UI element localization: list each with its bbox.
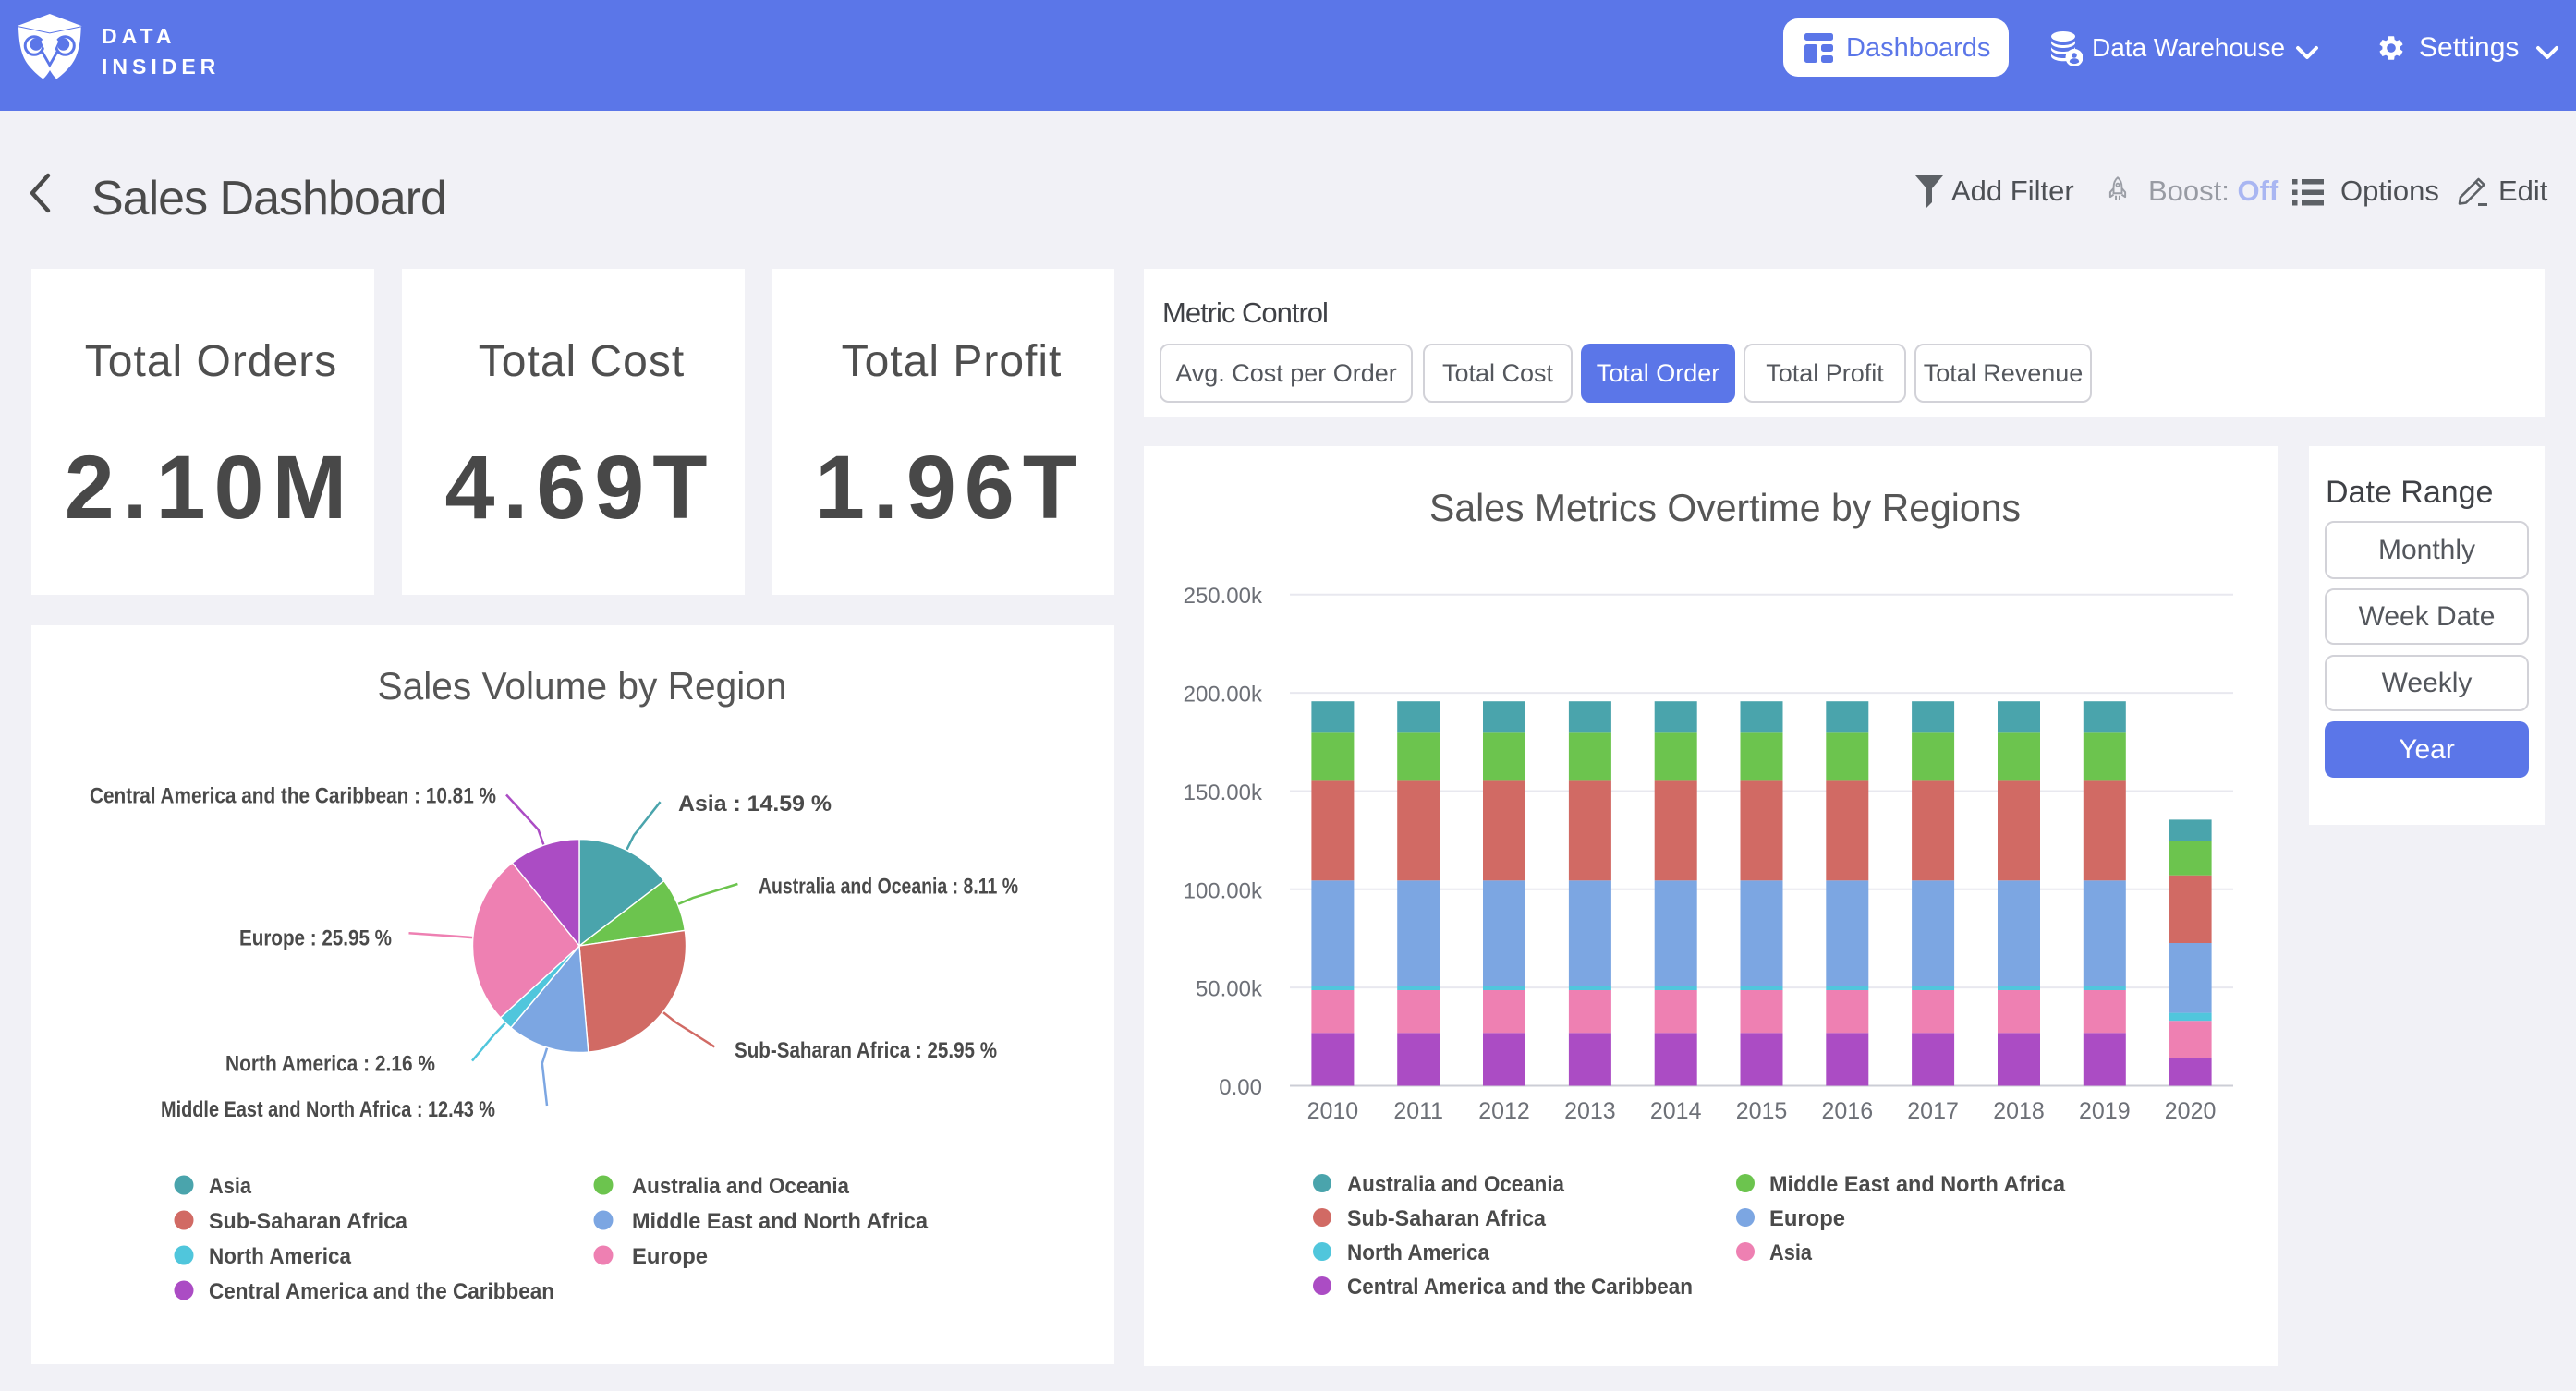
svg-text:2020: 2020 bbox=[2165, 1098, 2217, 1124]
svg-text:Europe: Europe bbox=[1769, 1206, 1845, 1231]
svg-text:200.00k: 200.00k bbox=[1184, 683, 1263, 708]
svg-text:2014: 2014 bbox=[1650, 1098, 1702, 1124]
svg-text:Sales Volume by Region: Sales Volume by Region bbox=[378, 664, 787, 708]
svg-text:Sales Metrics Overtime by Regi: Sales Metrics Overtime by Regions bbox=[1429, 486, 2021, 529]
svg-text:Sub-Saharan Africa : 25.95 %: Sub-Saharan Africa : 25.95 % bbox=[735, 1038, 997, 1063]
svg-text:Europe: Europe bbox=[632, 1244, 708, 1269]
svg-text:Sub-Saharan Africa: Sub-Saharan Africa bbox=[209, 1209, 408, 1234]
svg-text:2013: 2013 bbox=[1564, 1098, 1616, 1124]
svg-text:North America: North America bbox=[209, 1244, 352, 1269]
svg-text:100.00k: 100.00k bbox=[1184, 878, 1263, 903]
svg-text:Middle East and North Africa: Middle East and North Africa bbox=[632, 1209, 929, 1234]
svg-text:2011: 2011 bbox=[1393, 1098, 1443, 1124]
svg-text:Europe : 25.95 %: Europe : 25.95 % bbox=[239, 926, 392, 951]
svg-text:Australia and Oceania : 8.11 %: Australia and Oceania : 8.11 % bbox=[759, 875, 1018, 900]
svg-text:Australia and Oceania: Australia and Oceania bbox=[1347, 1172, 1565, 1197]
svg-text:2019: 2019 bbox=[2079, 1098, 2131, 1124]
svg-text:Australia and Oceania: Australia and Oceania bbox=[632, 1174, 850, 1199]
svg-text:2010: 2010 bbox=[1307, 1098, 1359, 1124]
svg-text:2018: 2018 bbox=[1993, 1098, 2045, 1124]
svg-text:2016: 2016 bbox=[1821, 1098, 1873, 1124]
svg-text:2012: 2012 bbox=[1478, 1098, 1530, 1124]
svg-text:2015: 2015 bbox=[1736, 1098, 1788, 1124]
svg-text:Middle East and North Africa: Middle East and North Africa bbox=[1769, 1172, 2066, 1197]
svg-text:Central America and the Caribb: Central America and the Caribbean bbox=[209, 1279, 554, 1304]
svg-text:Asia: Asia bbox=[1769, 1240, 1813, 1265]
svg-text:North America: North America bbox=[1347, 1240, 1490, 1265]
svg-text:Central America and the Caribb: Central America and the Caribbean : 10.8… bbox=[90, 784, 496, 809]
svg-text:Sub-Saharan Africa: Sub-Saharan Africa bbox=[1347, 1206, 1547, 1231]
svg-text:Central America and the Caribb: Central America and the Caribbean bbox=[1347, 1275, 1693, 1300]
svg-text:50.00k: 50.00k bbox=[1196, 977, 1263, 1002]
svg-text:Middle East and North Africa :: Middle East and North Africa : 12.43 % bbox=[161, 1097, 495, 1122]
svg-text:2017: 2017 bbox=[1907, 1098, 1959, 1124]
svg-text:0.00: 0.00 bbox=[1219, 1075, 1262, 1100]
svg-text:150.00k: 150.00k bbox=[1184, 780, 1263, 805]
svg-text:250.00k: 250.00k bbox=[1184, 584, 1263, 609]
svg-text:Asia : 14.59 %: Asia : 14.59 % bbox=[678, 792, 832, 816]
svg-text:Asia: Asia bbox=[209, 1174, 252, 1199]
svg-text:North America : 2.16 %: North America : 2.16 % bbox=[225, 1052, 435, 1077]
